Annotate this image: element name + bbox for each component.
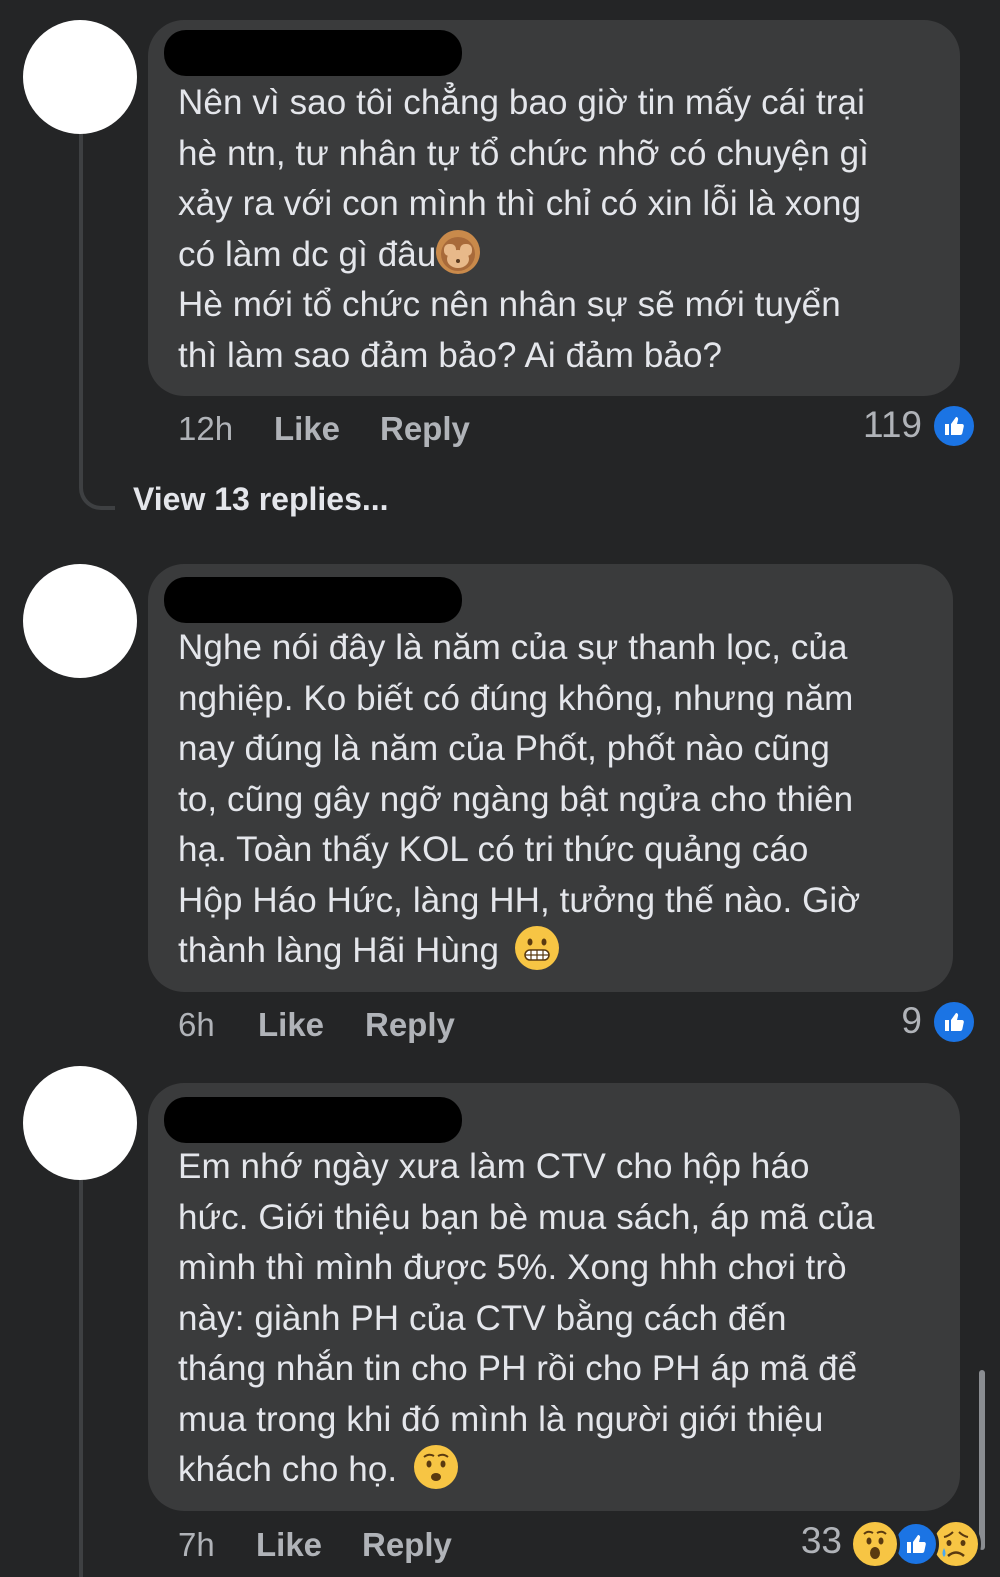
like-link[interactable]: Like <box>274 410 340 448</box>
thread-line-curve <box>79 480 115 510</box>
like-reaction-icon <box>931 403 977 449</box>
avatar[interactable] <box>23 564 137 678</box>
commenter-name-redacted[interactable] <box>164 1097 462 1143</box>
avatar[interactable] <box>23 20 137 134</box>
comment-time: 7h <box>178 1526 215 1563</box>
comment-text: Nên vì sao tôi chẳng bao giờ tin mấy cái… <box>178 83 870 274</box>
reply-link[interactable]: Reply <box>365 1006 455 1044</box>
comment-text-2: Hè mới tổ chức nên nhân sự sẽ mới tuyển … <box>178 285 841 375</box>
like-link[interactable]: Like <box>256 1526 322 1564</box>
thread-line <box>79 134 83 484</box>
comment-time: 6h <box>178 1006 215 1043</box>
reply-link[interactable]: Reply <box>362 1526 452 1564</box>
commenter-name-redacted[interactable] <box>164 30 462 76</box>
scrollbar[interactable] <box>979 1370 985 1550</box>
reaction-count[interactable]: 33 <box>770 1520 842 1562</box>
wow-reaction-icon <box>850 1519 900 1569</box>
like-reaction-icon <box>931 999 977 1045</box>
avatar[interactable] <box>23 1066 137 1180</box>
reply-link[interactable]: Reply <box>380 410 470 448</box>
thread-line <box>79 1180 83 1577</box>
reaction-count[interactable]: 119 <box>840 404 922 446</box>
view-replies-link[interactable]: View 13 replies... <box>133 481 389 518</box>
comment-time: 12h <box>178 410 234 447</box>
comment-body: Em nhớ ngày xưa làm CTV cho hộp háo hức.… <box>178 1142 948 1496</box>
like-link[interactable]: Like <box>258 1006 324 1044</box>
comment-body: Nên vì sao tôi chẳng bao giờ tin mấy cái… <box>178 78 948 381</box>
reaction-count[interactable]: 9 <box>860 1000 922 1042</box>
comment-text: Em nhớ ngày xưa làm CTV cho hộp háo hức.… <box>178 1147 875 1489</box>
comment-text: Nghe nói đây là năm của sự thanh lọc, củ… <box>178 628 861 970</box>
comment-body: Nghe nói đây là năm của sự thanh lọc, củ… <box>178 623 948 977</box>
grimacing-face-icon <box>515 926 560 970</box>
see-no-evil-monkey-icon <box>436 229 481 274</box>
hushed-face-icon <box>413 1445 458 1489</box>
commenter-name-redacted[interactable] <box>164 577 462 623</box>
